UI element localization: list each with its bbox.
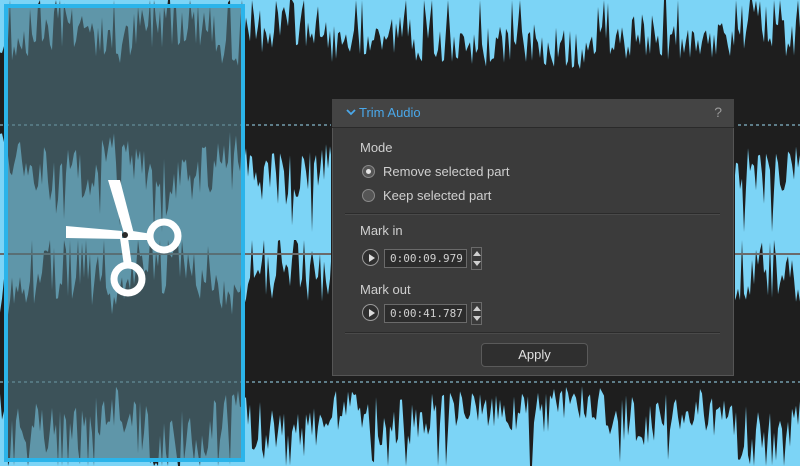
- mark-in-field[interactable]: 0:00:09.979: [384, 249, 467, 268]
- option-remove-label[interactable]: Remove selected part: [383, 164, 509, 179]
- apply-button[interactable]: Apply: [481, 343, 588, 367]
- chevron-down-icon[interactable]: [346, 107, 356, 117]
- radio-keep-selected[interactable]: [362, 189, 375, 202]
- play-mark-out-button[interactable]: [362, 304, 379, 321]
- mark-out-stepper[interactable]: [471, 302, 482, 325]
- radio-remove-selected[interactable]: [362, 165, 375, 178]
- stepper-up-icon[interactable]: [473, 306, 481, 311]
- stepper-up-icon[interactable]: [473, 251, 481, 256]
- mark-out-field[interactable]: 0:00:41.787: [384, 304, 467, 323]
- panel-title: Trim Audio: [359, 105, 421, 120]
- play-mark-in-button[interactable]: [362, 249, 379, 266]
- mode-label: Mode: [360, 140, 393, 155]
- stepper-down-icon[interactable]: [473, 316, 481, 321]
- mark-in-label: Mark in: [360, 223, 403, 238]
- scissors-icon: [66, 180, 182, 297]
- option-keep-label[interactable]: Keep selected part: [383, 188, 491, 203]
- stepper-down-icon[interactable]: [473, 261, 481, 266]
- panel-header[interactable]: Trim Audio ?: [332, 99, 734, 128]
- trim-audio-panel: Trim Audio ? Mode Remove selected part K…: [331, 98, 735, 377]
- mark-out-label: Mark out: [360, 282, 411, 297]
- divider: [345, 213, 720, 215]
- help-icon[interactable]: ?: [714, 104, 722, 120]
- mark-in-stepper[interactable]: [471, 247, 482, 270]
- audio-editor: Trim Audio ? Mode Remove selected part K…: [0, 0, 800, 466]
- divider: [345, 332, 720, 334]
